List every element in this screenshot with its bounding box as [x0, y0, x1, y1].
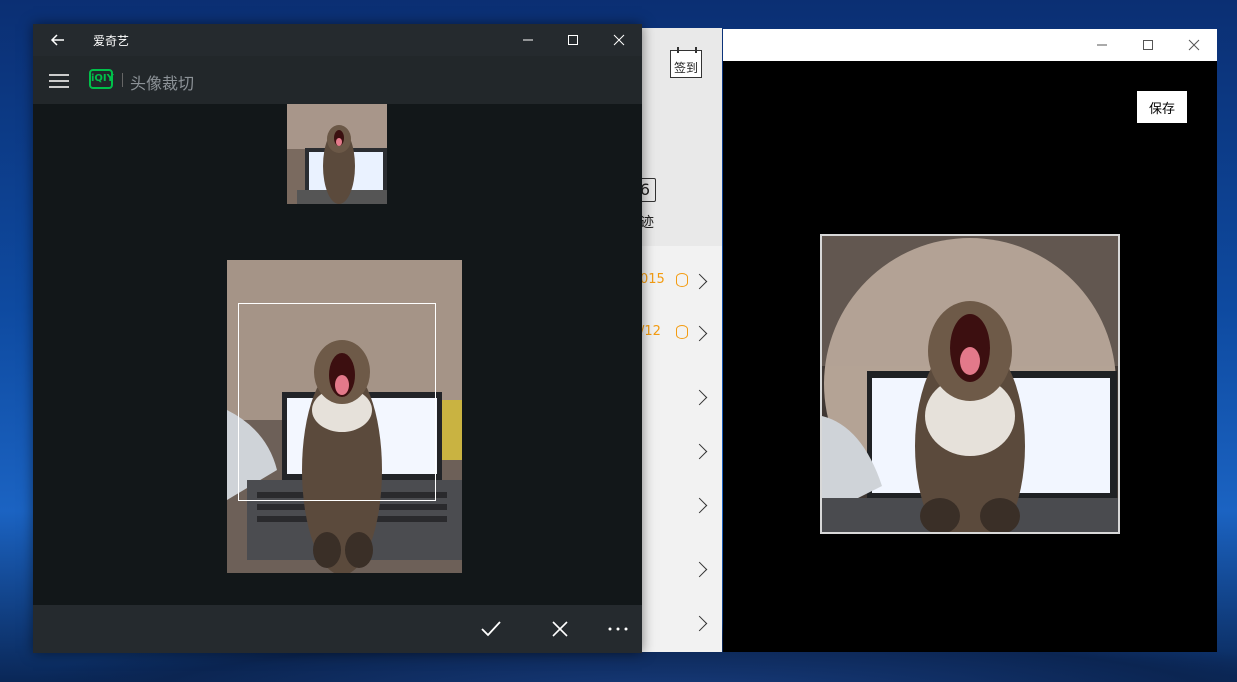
checkin-button[interactable]: 签到 — [670, 47, 702, 78]
chevron-right-icon — [691, 389, 708, 406]
window-title: 爱奇艺 — [93, 34, 130, 48]
list-item[interactable]: /12 — [640, 306, 722, 358]
cancel-button[interactable] — [546, 617, 574, 641]
chevron-right-icon — [691, 443, 708, 460]
more-button[interactable] — [604, 617, 632, 641]
minimize-button[interactable] — [1079, 29, 1125, 61]
close-button[interactable] — [1171, 29, 1217, 61]
maximize-button[interactable] — [1125, 29, 1171, 61]
preview-window: 保存 — [723, 29, 1217, 652]
chevron-right-icon — [691, 325, 708, 342]
calendar-icon: 6 — [640, 178, 656, 202]
background-app-header: 签到 6 迹 — [640, 28, 722, 246]
crop-area — [33, 104, 642, 605]
coin-icon — [676, 325, 688, 339]
cropped-avatar-preview — [820, 234, 1120, 534]
crop-selection-box[interactable] — [238, 303, 436, 501]
title-bar: 爱奇艺 — [33, 24, 642, 56]
title-bar — [723, 29, 1217, 61]
save-button[interactable]: 保存 — [1137, 91, 1187, 123]
chevron-right-icon — [691, 561, 708, 578]
list-item[interactable] — [640, 542, 722, 594]
row-value: 015 — [640, 272, 665, 287]
list-item[interactable]: 015 — [640, 254, 722, 306]
list-item[interactable] — [640, 596, 722, 648]
close-icon — [552, 621, 568, 637]
bottom-command-bar — [33, 605, 642, 653]
hamburger-menu-icon[interactable] — [49, 74, 69, 88]
minimize-button[interactable] — [505, 24, 551, 56]
chevron-right-icon — [691, 615, 708, 632]
list-item[interactable] — [640, 424, 722, 476]
page-title: 头像裁切 — [130, 74, 195, 93]
trace-label: 迹 — [640, 215, 654, 231]
maximize-button[interactable] — [550, 24, 596, 56]
chevron-right-icon — [691, 273, 708, 290]
row-value: /12 — [640, 324, 661, 339]
checkin-label: 签到 — [673, 61, 698, 75]
avatar-thumbnail — [287, 104, 387, 204]
confirm-button[interactable] — [477, 617, 505, 641]
background-app-window: 签到 6 迹 015 /12 — [640, 28, 722, 652]
coin-icon — [676, 273, 688, 287]
app-header: iQIY 头像裁切 — [33, 56, 642, 104]
close-button[interactable] — [596, 24, 642, 56]
divider — [122, 73, 123, 87]
check-icon — [481, 621, 501, 637]
list-item[interactable] — [640, 370, 722, 422]
chevron-right-icon — [691, 497, 708, 514]
list-item[interactable] — [640, 478, 722, 530]
back-arrow-icon[interactable] — [49, 31, 67, 49]
iqiyi-logo: iQIY — [89, 69, 114, 89]
iqiyi-window: 爱奇艺 iQIY 头像裁切 — [33, 24, 642, 653]
more-icon — [608, 627, 628, 631]
